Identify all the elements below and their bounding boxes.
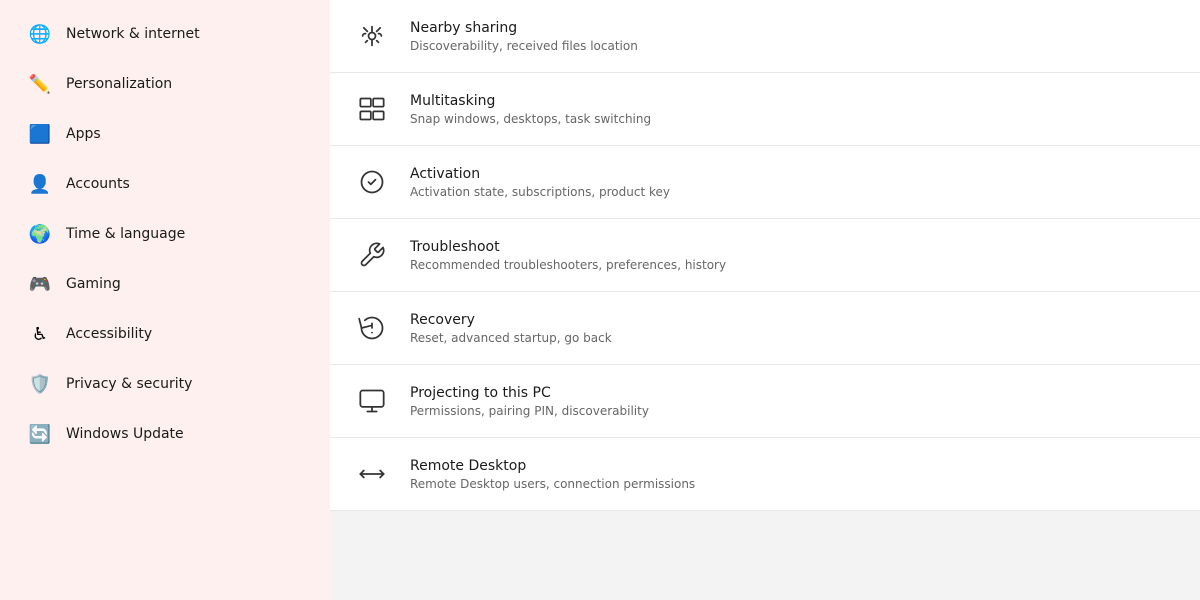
time-language-icon: 🌍 — [28, 222, 52, 246]
projecting-description: Permissions, pairing PIN, discoverabilit… — [410, 404, 1176, 418]
troubleshoot-text: Troubleshoot Recommended troubleshooters,… — [410, 239, 1176, 272]
main-content: Nearby sharing Discoverability, received … — [330, 0, 1200, 600]
personalization-icon: ✏️ — [28, 72, 52, 96]
sidebar-item-windows-update[interactable]: 🔄 Windows Update — [8, 410, 322, 458]
remote-desktop-description: Remote Desktop users, connection permiss… — [410, 477, 1176, 491]
remote-desktop-text: Remote Desktop Remote Desktop users, conn… — [410, 458, 1176, 491]
sidebar-item-gaming[interactable]: 🎮 Gaming — [8, 260, 322, 308]
sidebar-label-accounts: Accounts — [66, 176, 130, 192]
troubleshoot-icon — [354, 237, 390, 273]
sidebar-item-accounts[interactable]: 👤 Accounts — [8, 160, 322, 208]
accounts-icon: 👤 — [28, 172, 52, 196]
multitasking-text: Multitasking Snap windows, desktops, task… — [410, 93, 1176, 126]
activation-title: Activation — [410, 166, 1176, 182]
recovery-title: Recovery — [410, 312, 1176, 328]
sidebar-label-gaming: Gaming — [66, 276, 121, 292]
multitasking-title: Multitasking — [410, 93, 1176, 109]
sidebar-item-privacy-security[interactable]: 🛡️ Privacy & security — [8, 360, 322, 408]
sidebar-label-network-internet: Network & internet — [66, 26, 200, 42]
windows-update-icon: 🔄 — [28, 422, 52, 446]
multitasking-icon — [354, 91, 390, 127]
activation-icon — [354, 164, 390, 200]
gaming-icon: 🎮 — [28, 272, 52, 296]
settings-item-recovery[interactable]: Recovery Reset, advanced startup, go back — [330, 292, 1200, 365]
nearby-sharing-icon — [354, 18, 390, 54]
sidebar-label-time-language: Time & language — [66, 226, 185, 242]
sidebar-item-accessibility[interactable]: ♿ Accessibility — [8, 310, 322, 358]
remote-desktop-title: Remote Desktop — [410, 458, 1176, 474]
activation-text: Activation Activation state, subscription… — [410, 166, 1176, 199]
sidebar-label-accessibility: Accessibility — [66, 326, 152, 342]
nearby-sharing-description: Discoverability, received files location — [410, 39, 1176, 53]
accessibility-icon: ♿ — [28, 322, 52, 346]
nearby-sharing-title: Nearby sharing — [410, 20, 1176, 36]
multitasking-description: Snap windows, desktops, task switching — [410, 112, 1176, 126]
sidebar-item-personalization[interactable]: ✏️ Personalization — [8, 60, 322, 108]
sidebar: 🌐 Network & internet ✏️ Personalization 🟦 App… — [0, 0, 330, 600]
troubleshoot-title: Troubleshoot — [410, 239, 1176, 255]
privacy-security-icon: 🛡️ — [28, 372, 52, 396]
sidebar-label-windows-update: Windows Update — [66, 426, 184, 442]
sidebar-item-network-internet[interactable]: 🌐 Network & internet — [8, 10, 322, 58]
nearby-sharing-text: Nearby sharing Discoverability, received … — [410, 20, 1176, 53]
settings-item-multitasking[interactable]: Multitasking Snap windows, desktops, task… — [330, 73, 1200, 146]
sidebar-label-privacy-security: Privacy & security — [66, 376, 192, 392]
settings-item-nearby-sharing[interactable]: Nearby sharing Discoverability, received … — [330, 0, 1200, 73]
settings-item-troubleshoot[interactable]: Troubleshoot Recommended troubleshooters,… — [330, 219, 1200, 292]
sidebar-item-apps[interactable]: 🟦 Apps — [8, 110, 322, 158]
troubleshoot-description: Recommended troubleshooters, preferences… — [410, 258, 1176, 272]
sidebar-label-apps: Apps — [66, 126, 101, 142]
settings-item-remote-desktop[interactable]: Remote Desktop Remote Desktop users, conn… — [330, 438, 1200, 511]
settings-item-activation[interactable]: Activation Activation state, subscription… — [330, 146, 1200, 219]
remote-desktop-icon — [354, 456, 390, 492]
sidebar-label-personalization: Personalization — [66, 76, 172, 92]
projecting-icon — [354, 383, 390, 419]
sidebar-item-time-language[interactable]: 🌍 Time & language — [8, 210, 322, 258]
activation-description: Activation state, subscriptions, product… — [410, 185, 1176, 199]
recovery-text: Recovery Reset, advanced startup, go back — [410, 312, 1176, 345]
network-internet-icon: 🌐 — [28, 22, 52, 46]
projecting-title: Projecting to this PC — [410, 385, 1176, 401]
settings-item-projecting[interactable]: Projecting to this PC Permissions, pairin… — [330, 365, 1200, 438]
recovery-description: Reset, advanced startup, go back — [410, 331, 1176, 345]
projecting-text: Projecting to this PC Permissions, pairin… — [410, 385, 1176, 418]
apps-icon: 🟦 — [28, 122, 52, 146]
recovery-icon — [354, 310, 390, 346]
